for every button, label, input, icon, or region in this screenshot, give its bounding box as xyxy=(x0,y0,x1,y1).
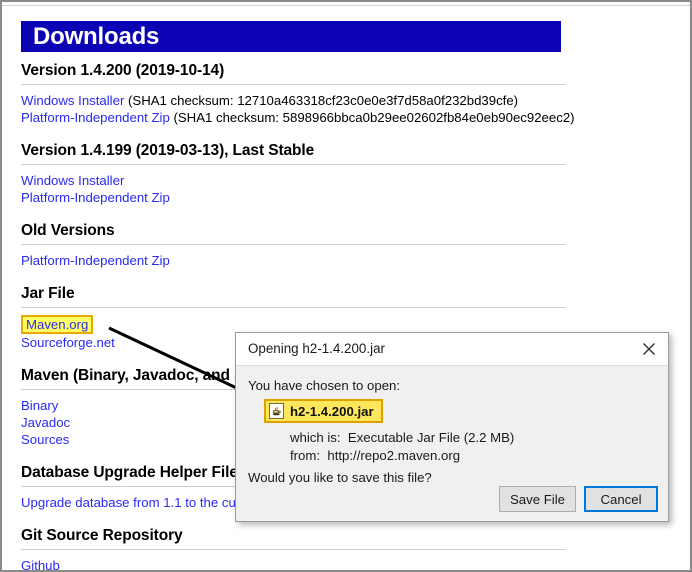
dialog-buttons: Save File Cancel xyxy=(499,486,658,512)
link-platform-independent-zip[interactable]: Platform-Independent Zip xyxy=(21,110,170,125)
window-top-edge xyxy=(2,2,690,6)
section-links: Github xyxy=(21,557,566,572)
java-jar-icon xyxy=(269,403,284,419)
link-binary[interactable]: Binary xyxy=(21,398,58,413)
link-windows-installer[interactable]: Windows Installer xyxy=(21,173,124,188)
section-links: Platform-Independent Zip xyxy=(21,252,566,269)
save-question-label: Would you like to save this file? xyxy=(248,470,432,485)
list-item: Platform-Independent Zip xyxy=(21,189,566,206)
list-item: Github xyxy=(21,557,566,572)
dialog-title: Opening h2-1.4.200.jar xyxy=(248,341,385,356)
which-is-label: which is: xyxy=(290,430,341,445)
cancel-button[interactable]: Cancel xyxy=(584,486,658,512)
section-old-versions: Old Versions Platform-Independent Zip xyxy=(21,222,566,269)
link-github[interactable]: Github xyxy=(21,558,60,572)
link-sources[interactable]: Sources xyxy=(21,432,69,447)
link-javadoc[interactable]: Javadoc xyxy=(21,415,70,430)
link-platform-independent-zip[interactable]: Platform-Independent Zip xyxy=(21,253,170,268)
from-label: from: xyxy=(290,448,320,463)
section-heading: Version 1.4.200 (2019-10-14) xyxy=(21,62,566,85)
section-heading: Old Versions xyxy=(21,222,566,245)
chosen-to-open-label: You have chosen to open: xyxy=(248,378,400,393)
file-name-highlight: h2-1.4.200.jar xyxy=(264,399,383,423)
section-heading: Version 1.4.199 (2019-03-13), Last Stabl… xyxy=(21,142,566,165)
section-heading: Git Source Repository xyxy=(21,527,566,550)
section-heading: Jar File xyxy=(21,285,566,308)
link-platform-independent-zip[interactable]: Platform-Independent Zip xyxy=(21,190,170,205)
dialog-titlebar: Opening h2-1.4.200.jar xyxy=(236,333,668,366)
dialog-body: You have chosen to open: h2-1.4.200.jar … xyxy=(236,366,668,522)
close-icon[interactable] xyxy=(634,336,664,362)
opening-file-dialog: Opening h2-1.4.200.jar You have chosen t… xyxy=(235,332,669,522)
list-item: Windows Installer xyxy=(21,172,566,189)
list-item: Platform-Independent Zip (SHA1 checksum:… xyxy=(21,109,566,126)
section-version-1-4-200: Version 1.4.200 (2019-10-14) Windows Ins… xyxy=(21,62,566,126)
section-links: Windows Installer Platform-Independent Z… xyxy=(21,172,566,206)
maven-org-highlight: Maven.org xyxy=(21,315,93,334)
section-links: Windows Installer (SHA1 checksum: 12710a… xyxy=(21,92,566,126)
section-version-1-4-199: Version 1.4.199 (2019-03-13), Last Stabl… xyxy=(21,142,566,206)
list-item: Platform-Independent Zip xyxy=(21,252,566,269)
from-value: http://repo2.maven.org xyxy=(327,448,460,463)
checksum-text: (SHA1 checksum: 5898966bbca0b29ee02602fb… xyxy=(170,110,575,125)
file-name: h2-1.4.200.jar xyxy=(290,404,374,419)
page-title: Downloads xyxy=(21,21,561,52)
browser-window: Downloads Version 1.4.200 (2019-10-14) W… xyxy=(0,0,692,572)
link-windows-installer[interactable]: Windows Installer xyxy=(21,93,124,108)
link-sourceforge-net[interactable]: Sourceforge.net xyxy=(21,335,115,350)
file-type-row: which is: Executable Jar File (2.2 MB) xyxy=(290,430,514,445)
checksum-text: (SHA1 checksum: 12710a463318cf23c0e0e3f7… xyxy=(124,93,518,108)
save-file-button[interactable]: Save File xyxy=(499,486,576,512)
which-is-value: Executable Jar File (2.2 MB) xyxy=(348,430,514,445)
section-git-source-repository: Git Source Repository Github xyxy=(21,527,566,572)
link-maven-org[interactable]: Maven.org xyxy=(26,317,88,332)
list-item: Windows Installer (SHA1 checksum: 12710a… xyxy=(21,92,566,109)
file-source-row: from: http://repo2.maven.org xyxy=(290,448,460,463)
